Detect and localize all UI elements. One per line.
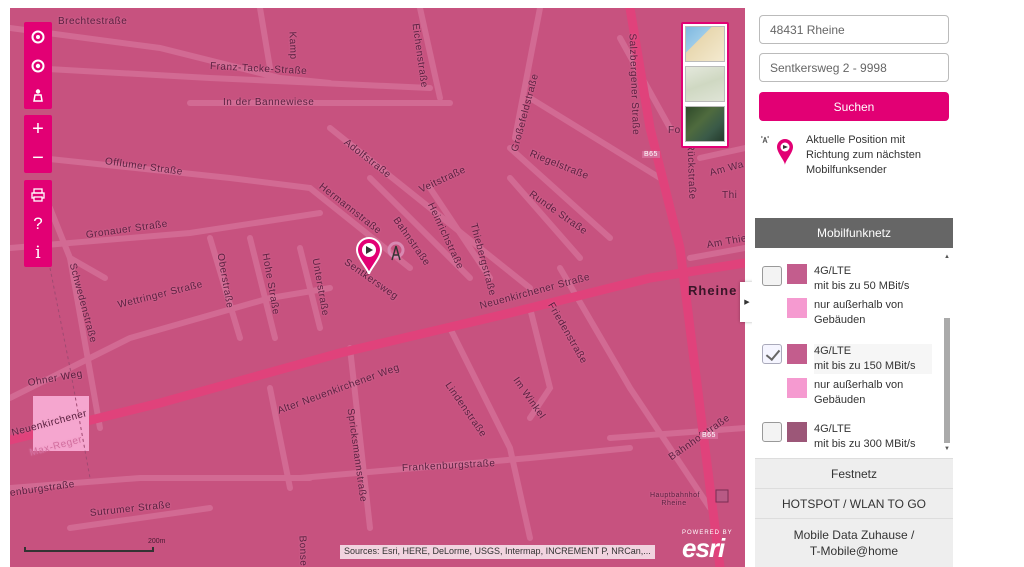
position-legend: Aktuelle Position mit Richtung zum nächs… [759,133,949,183]
road-shield: B65 [642,151,660,158]
tab-mobile-data-line2: T-Mobile@home [809,544,899,558]
tab-festnetz[interactable]: Festnetz [755,458,953,488]
scroll-down-icon[interactable]: ▼ [943,446,951,452]
print-icon [31,187,45,202]
search-button[interactable]: Suchen [759,92,949,121]
mobilfunk-header[interactable]: Mobilfunknetz [755,218,953,248]
layer-title: 4G/LTE [814,344,932,359]
road-shield: B65 [700,432,718,439]
street-input[interactable]: Sentkersweg 2 - 9998 [759,53,949,82]
tab-hotspot[interactable]: HOTSPOT / WLAN TO GO [755,488,953,518]
position-legend-text: Aktuelle Position mit Richtung zum nächs… [806,134,921,176]
scroll-thumb[interactable] [944,318,950,443]
layer-outdoor-label: nur außerhalb von Gebäuden [814,379,904,406]
street-label: Thi [722,190,738,201]
coverage-layer-item[interactable]: 4G/LTE mit bis zu 150 MBit/s nur außerha… [755,334,940,410]
tab-mobile-data-line1: Mobile Data Zuhause / [793,528,915,542]
help-button[interactable]: ? [24,209,52,238]
street-label: Kamp [286,31,299,60]
outdoor-swatch [787,298,807,318]
scale-bar-line [24,547,154,552]
layer-outdoor-label: nur außerhalb von Gebäuden [814,299,904,326]
coverage-swatch [787,264,807,284]
zoom-in-icon: + [32,118,44,140]
city-label: Rheine [688,283,738,298]
info-button[interactable]: i [24,238,52,267]
zoom-out-icon: − [32,147,44,169]
zoom-in-button[interactable]: + [24,115,52,144]
esri-logo: POWERED BY esri [682,530,733,563]
street-label: Bonse [296,535,309,567]
layer-checkbox[interactable] [762,422,782,442]
layer-subtitle: mit bis zu 300 MBit/s [814,438,916,450]
street-label: Rückstraße [684,143,698,200]
basemap-switcher [681,22,729,148]
coverage-layer-list: 4G/LTE mit bis zu 50 MBit/s nur außerhal… [755,248,953,458]
station-label: Hauptbahnhof Rheine [650,492,700,507]
layer-subtitle: mit bis zu 150 MBit/s [814,359,932,374]
coverage-swatch [787,422,807,442]
help-icon: ? [33,213,43,233]
misc-toolbar: ? i [24,180,52,267]
street-label: In der Bannewiese [223,97,315,108]
outdoor-swatch [787,378,807,398]
print-button[interactable] [24,180,52,209]
target-button[interactable] [24,51,52,80]
layer-list-scrollbar[interactable]: ▲ ▼ [943,252,951,452]
coverage-layer-item[interactable]: 4G/LTE mit bis zu 300 MBit/s [755,414,940,454]
map-nav-toolbar [24,22,52,109]
sidebar-panel: 48431 Rheine Sentkersweg 2 - 9998 Suchen… [752,8,957,567]
locate-button[interactable] [24,22,52,51]
person-icon [33,88,43,102]
scale-bar: 200m [24,538,166,554]
layer-title: 4G/LTE [814,265,852,277]
city-input[interactable]: 48431 Rheine [759,15,949,44]
coverage-layer-item[interactable]: 4G/LTE mit bis zu 50 MBit/s nur außerhal… [755,254,940,328]
right-margin [957,8,1024,567]
basemap-satellite-thumbnail[interactable] [685,106,725,142]
scale-label: 200m [148,538,166,545]
app-root: Brechtestraße Franz-Tacke-Straße In der … [0,0,1024,567]
layer-checkbox[interactable] [762,266,782,286]
basemap-topo-thumbnail[interactable] [685,66,725,102]
target-icon [31,59,45,72]
basemap-streets-thumbnail[interactable] [685,26,725,62]
zoom-out-button[interactable]: − [24,144,52,173]
layer-title: 4G/LTE [814,423,852,435]
coverage-map[interactable]: Brechtestraße Franz-Tacke-Straße In der … [10,8,745,567]
layer-subtitle: mit bis zu 50 MBit/s [814,280,910,292]
person-button[interactable] [24,80,52,109]
esri-wordmark: esri [682,533,725,563]
locate-icon [31,30,45,43]
street-label: Brechtestraße [58,16,128,27]
coverage-swatch [787,344,807,364]
position-marker-icon[interactable] [352,236,408,284]
tab-mobile-data[interactable]: Mobile Data Zuhause / T-Mobile@home [755,518,953,567]
layer-checkbox-checked[interactable] [762,344,782,364]
street-label: Fo [668,125,681,136]
scroll-up-icon[interactable]: ▲ [943,254,951,260]
position-marker-legend-icon [761,135,793,165]
info-icon: i [35,242,41,263]
map-attribution: Sources: Esri, HERE, DeLorme, USGS, Inte… [340,545,655,559]
zoom-toolbar: + − [24,115,52,173]
chevron-right-icon: ▶ [744,299,750,306]
